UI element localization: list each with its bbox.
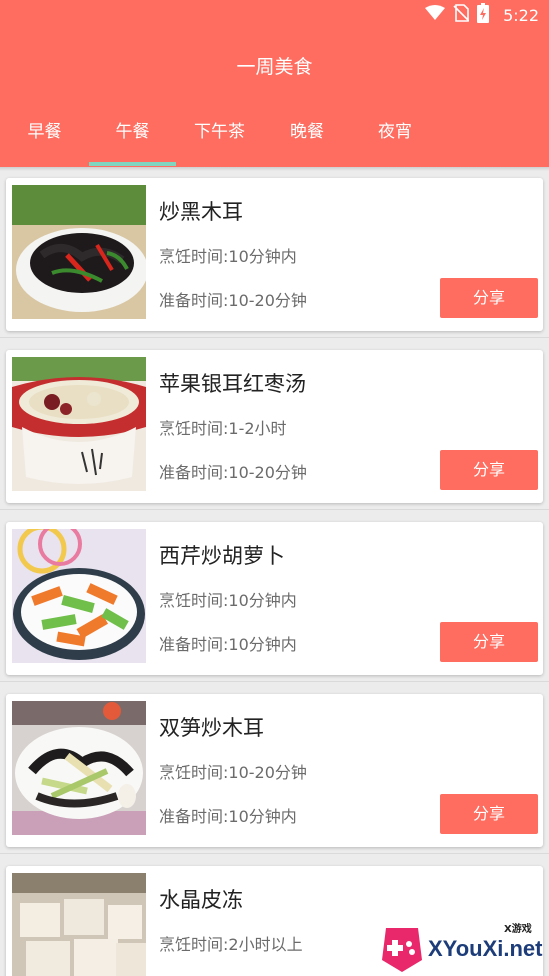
page-title: 一周美食 (236, 56, 313, 78)
header-shadow (0, 167, 549, 171)
prep-time: 准备时间:10-20分钟 (159, 291, 307, 310)
app-root: 5:22 一周美食 早餐 午餐 下午茶 晚餐 夜宵 炒黑木耳 烹饪时间:10分钟… (0, 0, 549, 976)
watermark-small-text: X游戏 (504, 924, 532, 935)
wifi-icon (425, 5, 446, 25)
recipe-title: 双笋炒木耳 (159, 716, 264, 740)
tab-late-night-snack[interactable]: 夜宵 (351, 112, 439, 152)
app-header: 5:22 一周美食 早餐 午餐 下午茶 晚餐 夜宵 (0, 0, 549, 167)
divider (0, 681, 549, 682)
share-button[interactable]: 分享 (440, 794, 538, 834)
share-button[interactable]: 分享 (440, 278, 538, 318)
cook-time: 烹饪时间:1-2小时 (159, 419, 287, 438)
tab-breakfast[interactable]: 早餐 (0, 112, 89, 152)
cook-time: 烹饪时间:2小时以上 (159, 935, 303, 954)
cook-time: 烹饪时间:10-20分钟 (159, 763, 307, 782)
divider (0, 853, 549, 854)
prep-time: 准备时间:10分钟内 (159, 635, 297, 654)
prep-time: 准备时间:10分钟内 (159, 807, 297, 826)
battery-icon (477, 3, 490, 27)
status-bar: 5:22 (0, 0, 549, 30)
recipe-image (12, 357, 146, 491)
tab-bar: 早餐 午餐 下午茶 晚餐 夜宵 (0, 112, 549, 152)
divider (0, 509, 549, 510)
recipe-image (12, 701, 146, 835)
share-button[interactable]: 分享 (440, 450, 538, 490)
tab-indicator (89, 162, 176, 166)
recipe-title: 水晶皮冻 (159, 888, 243, 912)
prep-time: 准备时间:10-20分钟 (159, 463, 307, 482)
no-sim-icon (453, 4, 470, 26)
status-icons: 5:22 (425, 3, 539, 27)
tab-afternoon-tea[interactable]: 下午茶 (176, 112, 263, 152)
recipe-image (12, 873, 146, 976)
recipe-title: 苹果银耳红枣汤 (159, 372, 306, 396)
status-time: 5:22 (503, 5, 539, 25)
share-button[interactable]: 分享 (440, 622, 538, 662)
recipe-image (12, 185, 146, 319)
divider (0, 337, 549, 338)
tab-lunch[interactable]: 午餐 (89, 112, 176, 152)
recipe-card[interactable]: 苹果银耳红枣汤 烹饪时间:1-2小时 准备时间:10-20分钟 分享 (6, 350, 543, 503)
recipe-title: 炒黑木耳 (159, 200, 243, 224)
cook-time: 烹饪时间:10分钟内 (159, 247, 297, 266)
watermark-text: XYouXi.net (428, 936, 543, 961)
recipe-card[interactable]: 双笋炒木耳 烹饪时间:10-20分钟 准备时间:10分钟内 分享 (6, 694, 543, 847)
recipe-card[interactable]: 炒黑木耳 烹饪时间:10分钟内 准备时间:10-20分钟 分享 (6, 178, 543, 331)
recipe-card[interactable]: 西芹炒胡萝卜 烹饪时间:10分钟内 准备时间:10分钟内 分享 (6, 522, 543, 675)
cook-time: 烹饪时间:10分钟内 (159, 591, 297, 610)
tab-dinner[interactable]: 晚餐 (263, 112, 351, 152)
recipe-image (12, 529, 146, 663)
watermark-logo: X游戏 XYouXi.net (376, 916, 549, 976)
recipe-title: 西芹炒胡萝卜 (159, 544, 285, 568)
